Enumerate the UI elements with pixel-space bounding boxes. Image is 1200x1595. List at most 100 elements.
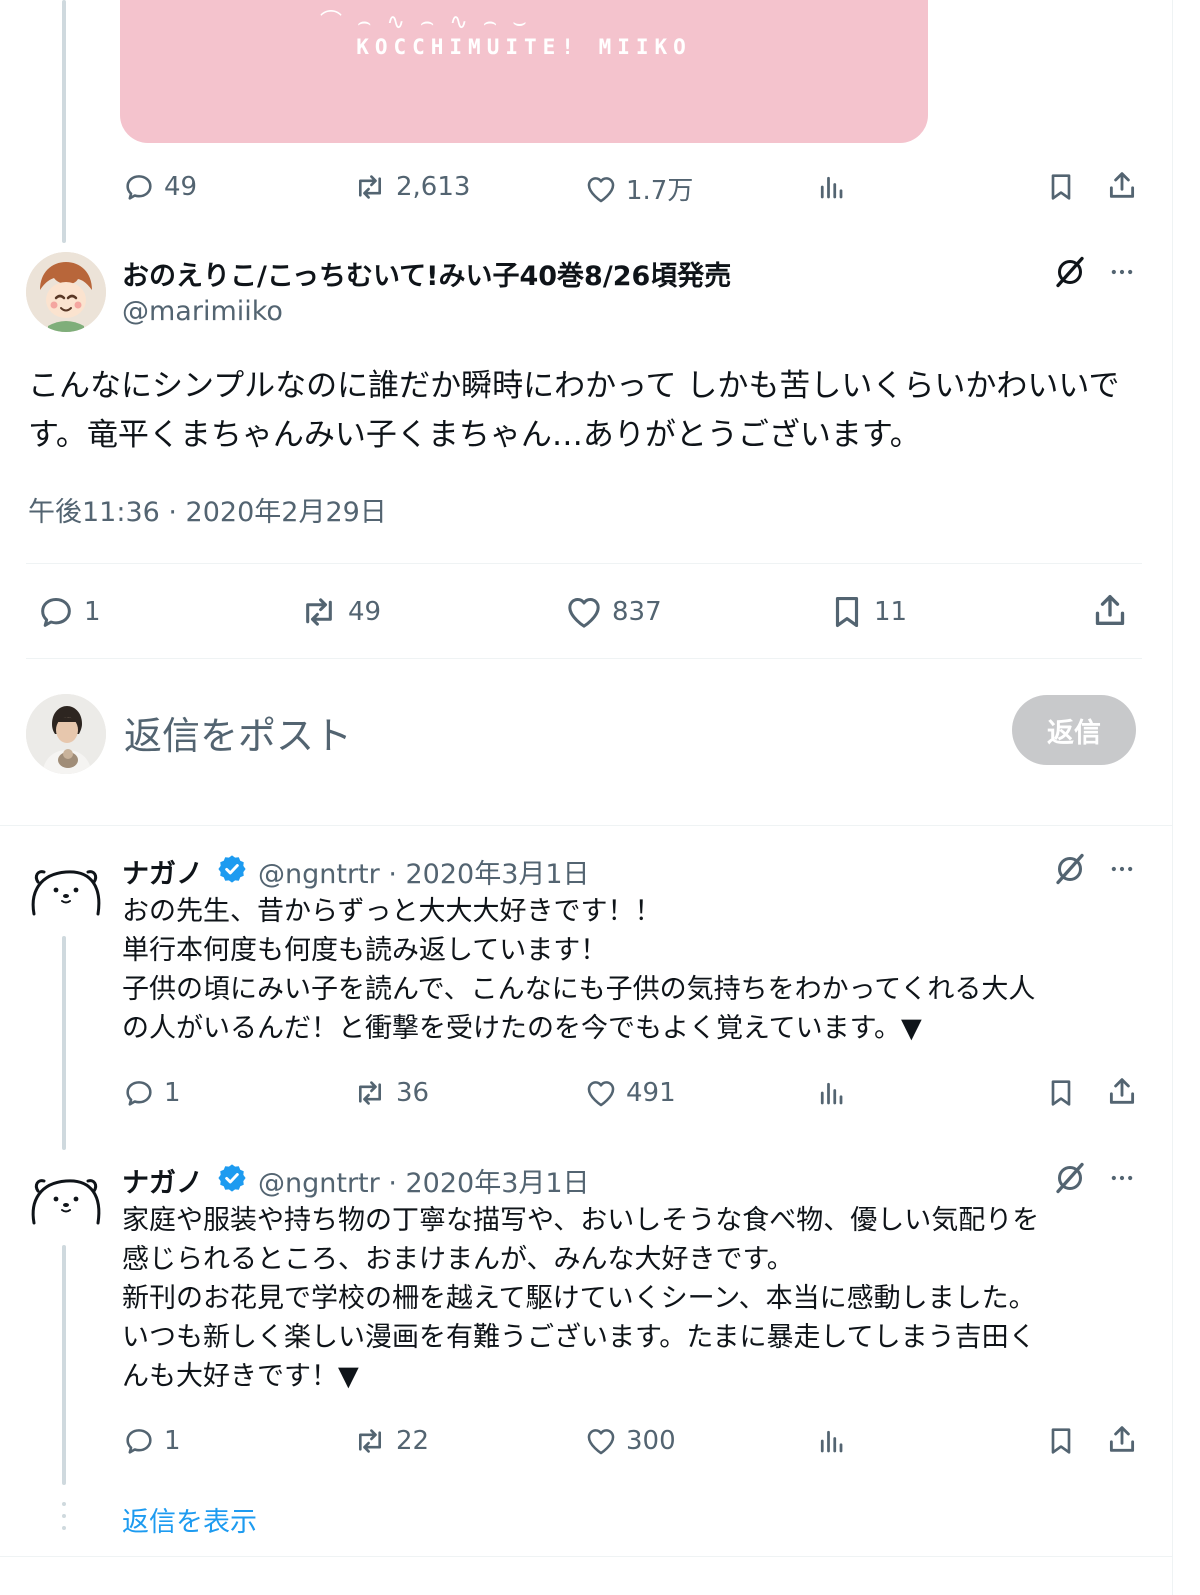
share-icon — [1109, 1078, 1135, 1104]
bookmark-icon — [1051, 1428, 1071, 1454]
retweet-count: 2,613 — [396, 172, 471, 202]
retweet-action[interactable]: 22 — [352, 1424, 429, 1458]
tweet-text: こんなにシンプルなのに誰だか瞬時にわかって しかも苦しいくらいかわいいです。竜平… — [28, 368, 1120, 453]
reply-count: 1 — [164, 1078, 181, 1108]
divider — [0, 825, 1172, 826]
author-handle[interactable]: @marimiiko — [122, 296, 283, 327]
reply-count: 49 — [164, 172, 198, 202]
reply-text-line: の人がいるんだ！と衝撃を受けたのを今でもよく覚えています。▼ — [122, 1013, 922, 1044]
thread-line-top — [62, 0, 66, 243]
divider — [26, 658, 1142, 659]
bear-avatar-image — [31, 1179, 101, 1225]
grok-icon[interactable] — [1052, 851, 1088, 891]
like-action[interactable]: 491 — [584, 1076, 676, 1110]
reply-icon — [41, 598, 71, 627]
reply-text-line: 単行本何度も何度も読み返しています！ — [122, 935, 608, 966]
retweet-icon — [358, 1081, 382, 1105]
like-icon — [587, 176, 615, 202]
reply-text: 家庭や服装や持ち物の丁寧な描写や、おいしそうな食べ物、優しい気配りを 感じられる… — [122, 1201, 1142, 1396]
reply-text: おの先生、昔からずっと大大大好きです！！ 単行本何度も何度も読み返しています！ … — [122, 892, 1142, 1048]
bookmark-icon — [1051, 174, 1071, 200]
verified-icon — [216, 853, 248, 889]
views-icon — [820, 1430, 843, 1453]
share-icon — [1095, 595, 1125, 625]
reply-action[interactable]: 1 — [122, 1076, 181, 1110]
share-action[interactable] — [1105, 1422, 1139, 1456]
reply-author-avatar[interactable] — [26, 1161, 106, 1241]
reply-display-name[interactable]: ナガノ — [122, 1161, 203, 1200]
more-icon[interactable] — [1106, 855, 1138, 887]
reply-text-line: 新刊のお花見で学校の柵を越えて駆けていくシーン、本当に感動しました。 — [122, 1283, 1036, 1314]
like-count: 491 — [626, 1078, 676, 1108]
reply-text-line: いつも新しく楽しい漫画を有難うございます。たまに暴走してしまう吉田く — [122, 1322, 1036, 1353]
bookmark-icon — [1051, 1080, 1071, 1106]
reply-action[interactable]: 1 — [36, 592, 101, 632]
reply-icon — [126, 1081, 152, 1106]
like-action[interactable]: 1.7万 — [584, 170, 693, 207]
tweet-timestamp[interactable]: 午後11:36 · 2020年2月29日 — [28, 490, 387, 529]
divider — [0, 1556, 1172, 1557]
media-decoration: ⌒ ⌢ ∿ ⌢ ∿ ⌢ ⌣ — [320, 10, 531, 35]
reply-input[interactable]: 返信をポスト — [124, 705, 352, 760]
like-icon — [587, 1081, 615, 1107]
show-replies-link[interactable]: 返信を表示 — [122, 1500, 257, 1539]
share-icon — [1109, 1426, 1135, 1452]
reply-action[interactable]: 49 — [122, 170, 197, 204]
reply-action[interactable]: 1 — [122, 1424, 181, 1458]
retweet-icon — [358, 175, 382, 199]
bookmark-action[interactable]: 11 — [828, 592, 907, 632]
author-avatar[interactable] — [26, 252, 106, 332]
share-action[interactable] — [1105, 1074, 1139, 1108]
bookmark-action[interactable] — [1045, 1076, 1077, 1110]
user-photo-avatar-image — [26, 694, 106, 774]
reply-display-name[interactable]: ナガノ — [122, 852, 203, 891]
like-action[interactable]: 300 — [584, 1424, 676, 1458]
thread-line-reply — [62, 936, 66, 1150]
verified-icon — [216, 1162, 248, 1198]
tweet-media-image[interactable]: ⌒ ⌢ ∿ ⌢ ∿ ⌢ ⌣ KOCCHIMUITE! MIIKO — [120, 0, 928, 143]
retweet-icon — [306, 598, 332, 626]
like-count: 300 — [626, 1426, 676, 1456]
like-icon — [587, 1429, 615, 1455]
share-action[interactable] — [1105, 168, 1139, 202]
retweet-action[interactable]: 36 — [352, 1076, 429, 1110]
reply-text-line: おの先生、昔からずっと大大大好きです！！ — [122, 896, 662, 927]
bookmark-icon — [835, 596, 859, 628]
retweet-action[interactable]: 49 — [298, 592, 381, 632]
views-icon — [820, 176, 843, 199]
like-action[interactable]: 837 — [564, 592, 662, 632]
more-icon[interactable] — [1106, 258, 1138, 290]
grok-icon[interactable] — [1052, 1160, 1088, 1200]
reply-handle-date[interactable]: @ngntrtr · 2020年3月1日 — [258, 1161, 590, 1200]
reply-count: 1 — [84, 597, 101, 627]
views-action[interactable] — [816, 1078, 846, 1108]
like-count: 1.7万 — [626, 176, 694, 206]
media-logo-text: KOCCHIMUITE! MIIKO — [356, 35, 692, 59]
thread-continuation-dots — [60, 1500, 68, 1544]
share-action[interactable] — [1090, 590, 1130, 630]
author-display-name[interactable]: おのえりこ/こっちむいて!みい子40巻8/26頃発売 — [122, 254, 731, 293]
current-user-avatar[interactable] — [26, 694, 106, 774]
retweet-action[interactable]: 2,613 — [352, 170, 470, 204]
divider — [26, 563, 1142, 564]
like-icon — [568, 598, 600, 628]
retweet-count: 49 — [348, 597, 382, 627]
manga-girl-avatar-image — [26, 252, 106, 332]
reply-submit-button[interactable]: 返信 — [1012, 695, 1136, 765]
reply-author-avatar[interactable] — [26, 852, 106, 932]
views-action[interactable] — [816, 1426, 846, 1456]
thread-line-reply — [62, 1245, 66, 1485]
reply-text-line: 家庭や服装や持ち物の丁寧な描写や、おいしそうな食べ物、優しい気配りを — [122, 1205, 1040, 1236]
grok-icon[interactable] — [1052, 254, 1088, 294]
retweet-icon — [358, 1429, 382, 1453]
bookmark-action[interactable] — [1045, 1424, 1077, 1458]
bookmark-action[interactable] — [1045, 170, 1077, 204]
bookmark-count: 11 — [874, 597, 908, 627]
right-border — [1172, 0, 1173, 1595]
retweet-count: 36 — [396, 1078, 430, 1108]
bear-avatar-image — [31, 870, 101, 916]
views-action[interactable] — [816, 172, 846, 202]
more-icon[interactable] — [1106, 1164, 1138, 1196]
reply-handle-date[interactable]: @ngntrtr · 2020年3月1日 — [258, 852, 590, 891]
reply-text-line: 子供の頃にみい子を読んで、こんなにも子供の気持ちをわかってくれる大人 — [122, 974, 1036, 1005]
